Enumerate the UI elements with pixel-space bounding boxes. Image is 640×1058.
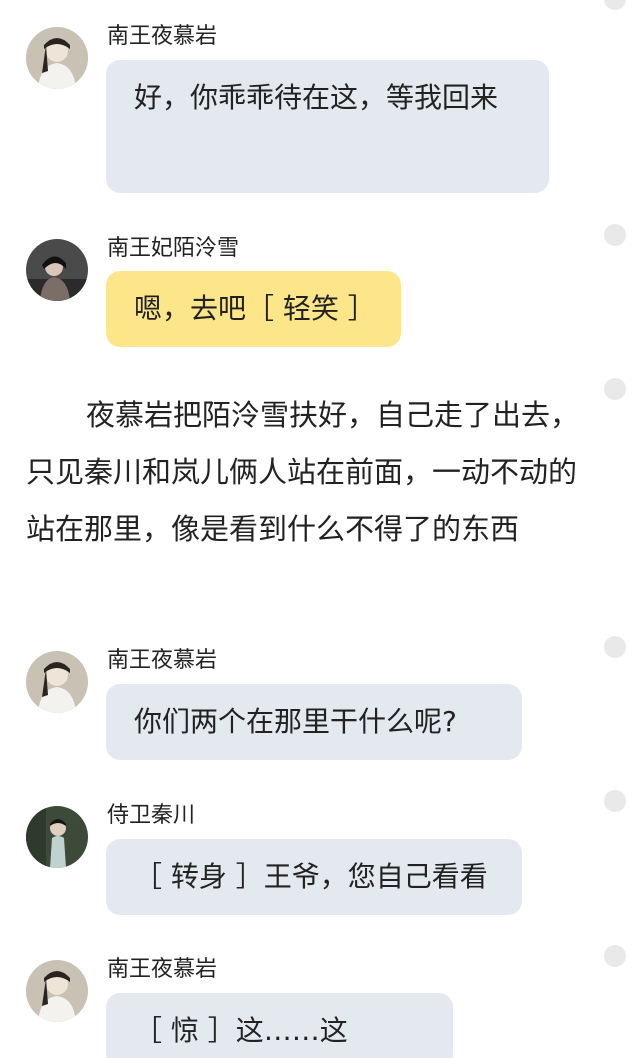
sender-name: 南王夜慕岩: [107, 24, 218, 49]
prince-avatar-icon: [26, 27, 88, 89]
princess-avatar-icon: [26, 239, 88, 301]
message-bubble[interactable]: ［ 惊 ］这……这是……?: [106, 993, 453, 1058]
chat-story-page: 南王夜慕岩 好，你乖乖待在这，等我回来 南王妃陌泠雪 嗯，去吧［ 轻笑 ］ 夜慕…: [0, 0, 640, 1058]
narration-text: 夜慕岩把陌泠雪扶好，自己走了出去，只见秦川和岚儿俩人站在前面，一动不动的站在那里…: [26, 398, 580, 546]
side-dot: [604, 790, 626, 812]
message-bubble[interactable]: 嗯，去吧［ 轻笑 ］: [106, 271, 401, 347]
side-dot: [604, 224, 626, 246]
avatar[interactable]: [26, 960, 88, 1022]
sender-name: 南王妃陌泠雪: [107, 236, 240, 261]
message-bubble[interactable]: 你们两个在那里干什么呢?: [106, 684, 522, 760]
message-bubble[interactable]: ［ 转身 ］王爷，您自己看看: [106, 839, 522, 915]
side-dot: [604, 945, 626, 967]
guard-avatar-icon: [26, 806, 88, 868]
avatar[interactable]: [26, 806, 88, 868]
sender-name: 南王夜慕岩: [107, 648, 218, 673]
side-dot: [604, 378, 626, 400]
side-dot: [604, 0, 626, 10]
prince-avatar-icon: [26, 960, 88, 1022]
avatar[interactable]: [26, 239, 88, 301]
message-bubble[interactable]: 好，你乖乖待在这，等我回来: [106, 60, 549, 193]
sender-name: 南王夜慕岩: [107, 957, 218, 982]
avatar[interactable]: [26, 651, 88, 713]
sender-name: 侍卫秦川: [107, 803, 196, 828]
side-dot: [604, 636, 626, 658]
avatar[interactable]: [26, 27, 88, 89]
prince-avatar-icon: [26, 651, 88, 713]
